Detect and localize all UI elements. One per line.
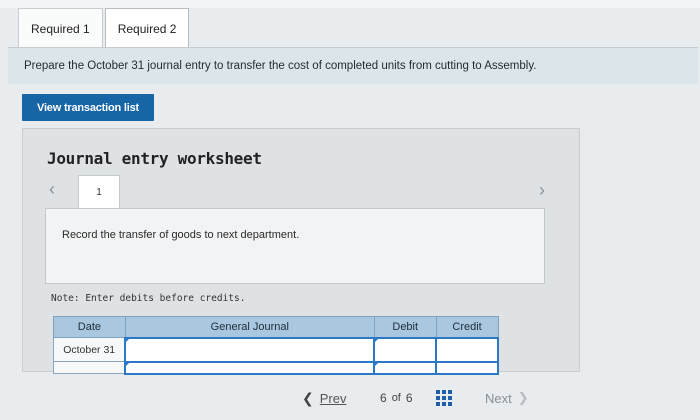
prev-label: Prev	[319, 391, 347, 406]
journal-entry-worksheet: Journal entry worksheet ‹ 1 › Record the…	[22, 128, 580, 375]
top-strip	[0, 0, 700, 8]
row-date-cell: October 31	[53, 337, 126, 362]
tab-required-1[interactable]: Required 1	[18, 8, 103, 48]
column-header-general-journal: General Journal	[124, 316, 375, 338]
next-label: Next	[485, 390, 512, 406]
chevron-left-icon: ❮	[302, 390, 314, 406]
debit-input-2[interactable]	[373, 360, 438, 375]
record-text: Record the transfer of goods to next dep…	[62, 229, 300, 241]
entry-tab-label: 1	[96, 187, 102, 198]
general-journal-input[interactable]	[124, 336, 376, 363]
view-transaction-list-button[interactable]: View transaction list	[22, 94, 154, 121]
debit-input[interactable]	[373, 336, 438, 363]
column-header-date: Date	[53, 316, 126, 338]
chevron-right-icon[interactable]: ›	[539, 180, 555, 200]
cell-marker-icon	[374, 361, 380, 367]
grid-icon[interactable]	[436, 390, 452, 406]
journal-table: Date General Journal Debit Credit Octobe…	[53, 316, 499, 375]
general-journal-input-2[interactable]	[124, 360, 376, 375]
record-instruction-box: Record the transfer of goods to next dep…	[45, 208, 545, 284]
chevron-left-icon[interactable]: ‹	[49, 179, 65, 199]
instruction-text: Prepare the October 31 journal entry to …	[24, 60, 537, 72]
total-pages: 6	[405, 391, 413, 405]
next-button[interactable]: Next ❯	[485, 390, 529, 406]
page-indicator: 6 of 6	[380, 391, 413, 405]
table-row	[53, 360, 499, 375]
note-text: Note: Enter debits before credits.	[51, 293, 246, 304]
page-of: of	[391, 392, 401, 404]
column-header-debit: Debit	[373, 316, 437, 338]
table-row: October 31	[53, 336, 499, 363]
entry-tab-1[interactable]: 1	[78, 175, 120, 209]
prev-button[interactable]: ❮ Prev	[302, 390, 346, 407]
worksheet-title: Journal entry worksheet	[47, 149, 262, 168]
table-header-row: Date General Journal Debit Credit	[53, 316, 499, 338]
cell-marker-icon	[374, 337, 380, 343]
row-date-cell-empty	[53, 361, 126, 374]
cell-marker-icon	[125, 337, 131, 343]
instruction-panel: Prepare the October 31 journal entry to …	[8, 47, 698, 84]
bottom-navigation: ❮ Prev 6 of 6 Next ❯	[0, 386, 700, 412]
credit-input-2[interactable]	[435, 360, 499, 375]
cell-marker-icon	[125, 361, 131, 367]
column-header-credit: Credit	[435, 316, 499, 338]
credit-input[interactable]	[435, 336, 499, 363]
chevron-right-icon: ❯	[517, 390, 529, 405]
tab-required-2[interactable]: Required 2	[104, 8, 190, 48]
current-page: 6	[380, 391, 387, 405]
requirement-tabs: Required 1 Required 2	[18, 8, 191, 48]
